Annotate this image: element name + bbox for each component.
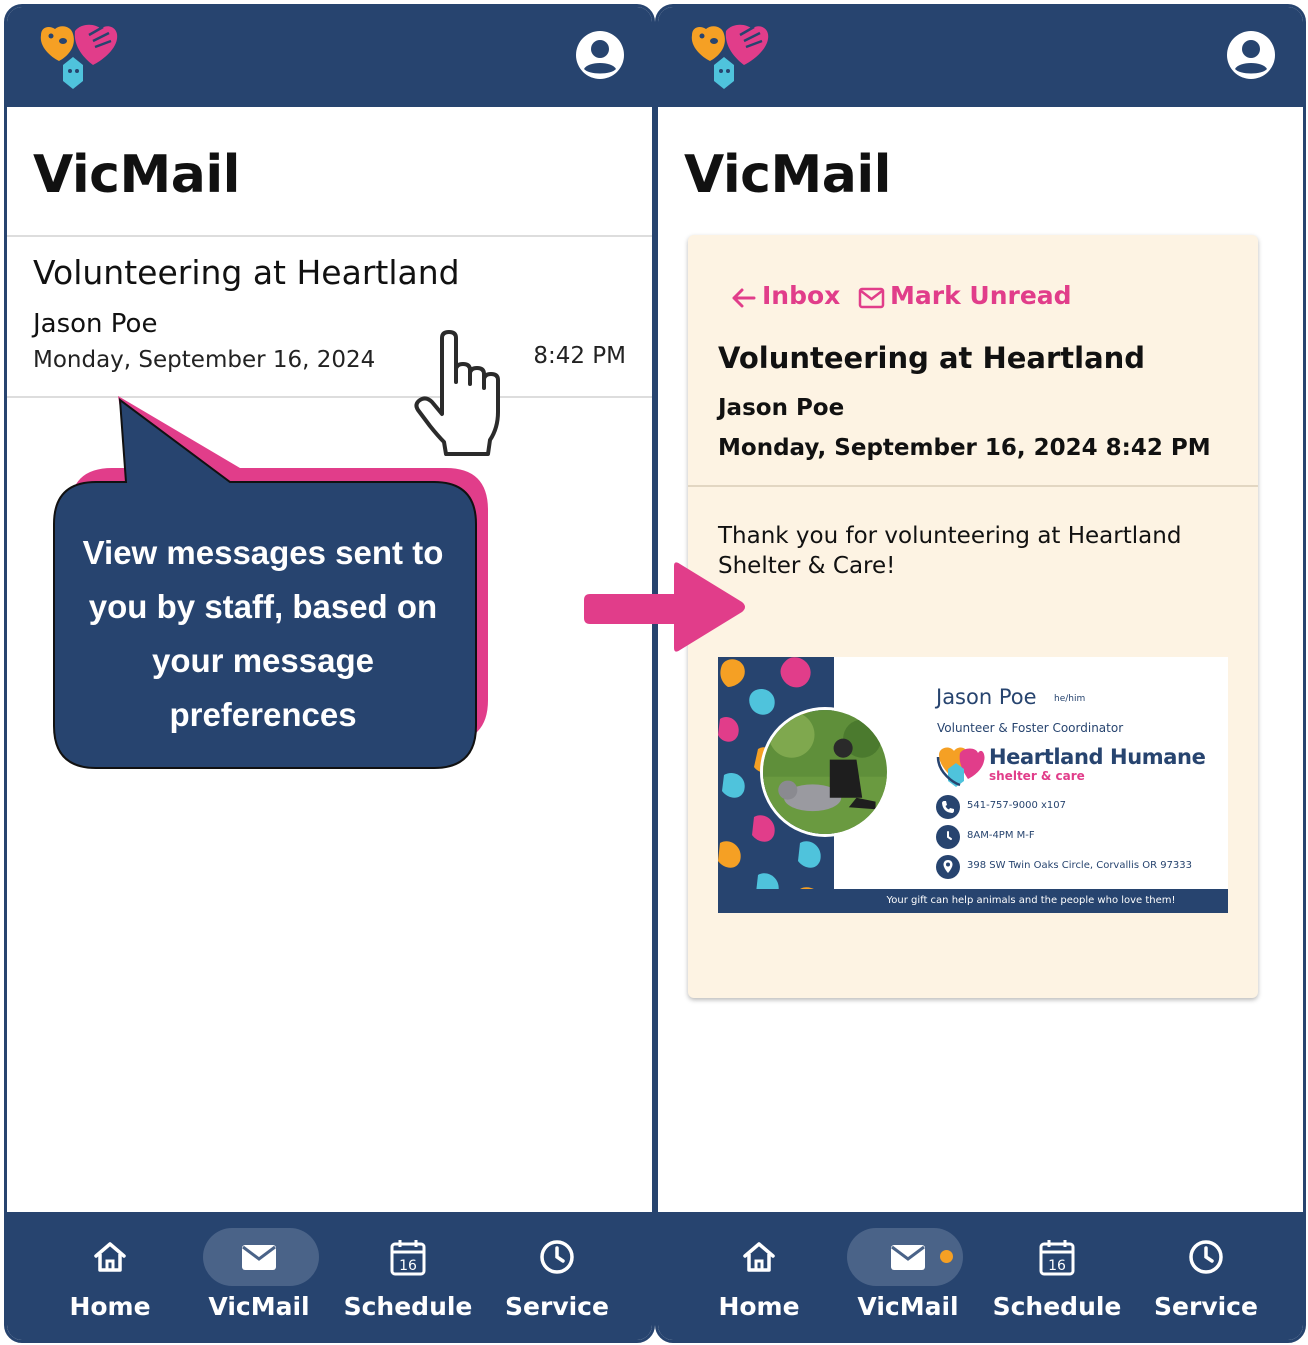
message-sender: Jason Poe [718,395,845,421]
clock-icon [1189,1240,1223,1274]
callout-text: View messages sent to you by staff, base… [82,534,444,733]
mail-icon [891,1245,925,1270]
message-subject: Volunteering at Heartland [33,253,460,292]
clock-icon [540,1240,574,1274]
signature-role: Volunteer & Foster Coordinator [937,721,1124,735]
app-logo-icon[interactable] [688,21,772,91]
app-logo-icon[interactable] [37,21,121,91]
phone-text: 541-757-9000 x107 [967,800,1067,811]
divider [7,235,652,237]
nav-label: Schedule [992,1292,1122,1321]
nav-item-service[interactable]: Service [1131,1212,1281,1340]
phone-icon [936,795,960,819]
divider [688,485,1258,487]
hours-text: 8AM-4PM M-F [967,830,1035,841]
nav-item-service[interactable]: Service [482,1212,632,1340]
profile-photo [760,707,890,837]
page-title: VicMail [684,145,891,205]
clock-small-icon [936,825,960,849]
address-text: 398 SW Twin Oaks Circle, Corvallis OR 97… [967,860,1193,871]
message-sender: Jason Poe [33,309,158,339]
location-pin-icon [936,855,960,879]
signature-org-sub: shelter & care [989,769,1085,783]
signature-name: Jason Poe [936,685,1037,709]
pointer-hand-icon [414,330,500,456]
message-card: Inbox Mark Unread Volunteering at Heartl… [688,235,1258,998]
top-app-bar [7,7,652,107]
home-icon [743,1242,775,1272]
home-icon [94,1242,126,1272]
calendar-day: 16 [1048,1258,1066,1274]
email-signature: Jason Poe he/him Volunteer & Foster Coor… [718,657,1228,913]
bottom-navigation: Home VicMail 16 Schedule Service [658,1212,1303,1340]
nav-item-schedule[interactable]: 16 Schedule [333,1212,483,1340]
unread-badge [940,1250,953,1263]
message-date: Monday, September 16, 2024 [33,347,376,373]
message-time: 8:42 PM [533,343,626,369]
message-subject: Volunteering at Heartland [718,341,1146,375]
calendar-icon: 16 [390,1240,426,1276]
bottom-navigation: Home VicMail 16 Schedule Service [7,1212,652,1340]
nav-item-home[interactable]: Home [35,1212,185,1340]
back-to-inbox-button[interactable]: Inbox [730,281,840,315]
nav-item-schedule[interactable]: 16 Schedule [982,1212,1132,1340]
mail-icon [242,1245,276,1270]
signature-org: Heartland Humane [989,745,1206,769]
nav-label: VicMail [208,1292,310,1321]
arrow-right-icon [584,562,745,652]
nav-label: Home [718,1292,800,1321]
message-body: Thank you for volunteering at Heartland … [718,523,1182,579]
phone-screen-message-detail: VicMail Inbox Mark Unread Volunteering a… [655,4,1306,1343]
profile-icon[interactable] [574,29,626,81]
nav-item-vicmail[interactable]: VicMail [833,1212,983,1340]
mark-unread-label: Mark Unread [890,281,1072,310]
nav-label: Schedule [343,1292,473,1321]
envelope-outline-icon [858,287,885,309]
nav-label: Home [69,1292,151,1321]
back-label: Inbox [762,281,841,310]
arrow-left-icon [732,288,756,308]
message-datetime: Monday, September 16, 2024 8:42 PM [718,435,1211,461]
mark-unread-button[interactable]: Mark Unread [858,281,1072,315]
calendar-icon: 16 [1039,1240,1075,1276]
nav-item-home[interactable]: Home [684,1212,834,1340]
top-app-bar [658,7,1303,107]
calendar-day: 16 [399,1258,417,1274]
nav-label: VicMail [857,1292,959,1321]
signature-footer: Your gift can help animals and the peopl… [718,889,1228,913]
nav-label: Service [1154,1292,1258,1321]
heartland-logo-icon [936,747,985,787]
nav-item-vicmail[interactable]: VicMail [184,1212,334,1340]
profile-icon[interactable] [1225,29,1277,81]
nav-label: Service [505,1292,609,1321]
signature-pronouns: he/him [1054,694,1086,704]
page-title: VicMail [33,145,240,205]
